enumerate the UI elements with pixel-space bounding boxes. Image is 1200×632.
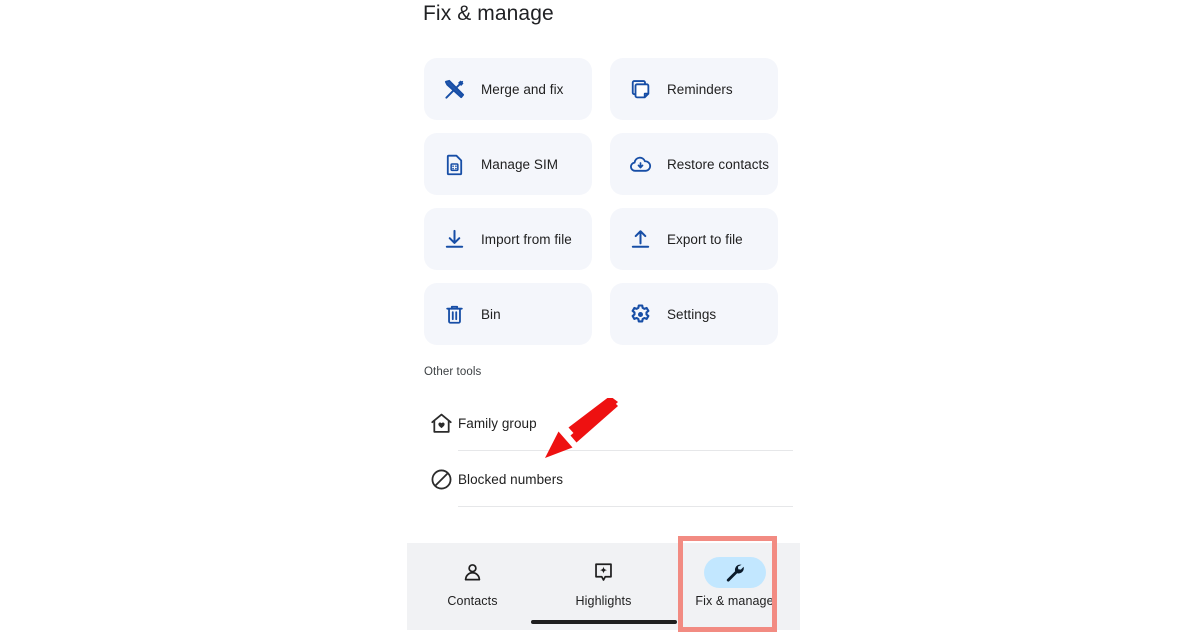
home-indicator (530, 620, 677, 624)
tool-card-export-to-file[interactable]: Export to file (610, 208, 778, 270)
nav-item-label: Highlights (575, 594, 632, 608)
block-slash-icon (429, 467, 454, 492)
bottom-navigation: Contacts Highlights Fix & manage (407, 543, 800, 630)
nav-item-label: Fix & manage (695, 594, 774, 608)
list-item-blocked-numbers[interactable]: Blocked numbers (407, 451, 800, 507)
tool-card-label: Merge and fix (481, 81, 564, 97)
nav-pill-contacts (442, 557, 504, 588)
tool-card-label: Import from file (481, 231, 572, 247)
tool-card-label: Manage SIM (481, 156, 559, 172)
download-icon (443, 228, 466, 251)
nav-pill-highlights (573, 557, 635, 588)
list-item-label: Family group (458, 415, 537, 431)
cloud-download-icon (629, 153, 652, 176)
wrench-icon (726, 564, 744, 582)
nav-item-highlights[interactable]: Highlights (538, 543, 669, 630)
other-tools-list: Family group Blocked numbers (407, 395, 800, 507)
nav-item-fix-and-manage[interactable]: Fix & manage (669, 543, 800, 630)
tool-card-label: Settings (667, 306, 717, 322)
tool-card-restore-contacts[interactable]: Restore contacts (610, 133, 778, 195)
merge-and-fix-icon (443, 78, 466, 101)
page-title: Fix & manage (423, 2, 554, 25)
phone-screen: Fix & manage Merge and fix Reminders Man… (407, 0, 800, 632)
tool-card-label: Export to file (667, 231, 743, 247)
tool-card-reminders[interactable]: Reminders (610, 58, 778, 120)
tool-card-manage-sim[interactable]: Manage SIM (424, 133, 592, 195)
tool-card-label: Reminders (667, 81, 733, 97)
list-item-label: Blocked numbers (458, 471, 564, 487)
nav-item-contacts[interactable]: Contacts (407, 543, 538, 630)
list-item-family-group[interactable]: Family group (407, 395, 800, 451)
trash-icon (443, 303, 466, 326)
row-divider (458, 506, 793, 507)
sim-card-icon (443, 153, 466, 176)
tool-card-import-from-file[interactable]: Import from file (424, 208, 592, 270)
tool-card-merge-and-fix[interactable]: Merge and fix (424, 58, 592, 120)
nav-pill-fix-and-manage (703, 557, 766, 588)
person-icon (464, 564, 481, 581)
sparkle-icon (595, 563, 612, 581)
tool-card-settings[interactable]: Settings (610, 283, 778, 345)
tool-card-label: Bin (481, 306, 501, 322)
upload-icon (629, 228, 652, 251)
nav-item-label: Contacts (447, 594, 498, 608)
reminders-icon (629, 78, 652, 101)
tool-card-grid: Merge and fix Reminders Manage SIM Resto… (424, 58, 793, 345)
gear-icon (629, 303, 652, 326)
tool-card-bin[interactable]: Bin (424, 283, 592, 345)
tool-card-label: Restore contacts (667, 156, 770, 172)
other-tools-section-label: Other tools (424, 366, 482, 378)
house-heart-icon (429, 411, 454, 436)
